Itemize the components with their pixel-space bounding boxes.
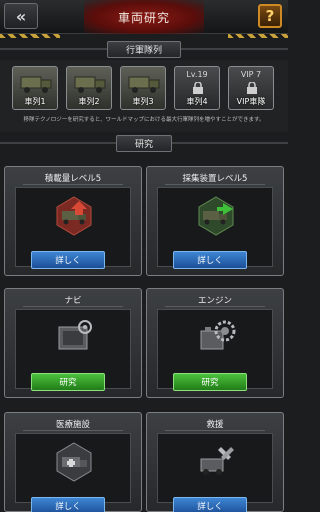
page-title: 車両研究 bbox=[117, 10, 170, 25]
help-button[interactable]: ? bbox=[258, 4, 282, 28]
formation-slot-3[interactable]: 車列3 bbox=[120, 66, 166, 110]
back-button[interactable]: « bbox=[4, 3, 38, 29]
button-label: 詳しく bbox=[197, 256, 223, 266]
research-button[interactable]: 研究 bbox=[173, 373, 247, 391]
formation-slot-vip[interactable]: VIP 7 VIP車隊 bbox=[228, 66, 274, 110]
button-label: 研究 bbox=[201, 378, 219, 388]
card-title: 採集装置レベル5 bbox=[165, 171, 265, 185]
lock-icon bbox=[247, 82, 257, 94]
details-button[interactable]: 詳しく bbox=[173, 251, 247, 269]
truck-icon bbox=[74, 76, 106, 93]
formation-slot-level: VIP 7 bbox=[240, 70, 262, 79]
navigation-icon bbox=[58, 320, 92, 350]
formation-slot-1[interactable]: 車列1 bbox=[12, 66, 58, 110]
research-card-navi: ナビ 研究 bbox=[4, 288, 142, 398]
truck-icon bbox=[20, 76, 52, 93]
rescue-wrench-icon bbox=[200, 447, 234, 475]
details-button[interactable]: 詳しく bbox=[173, 497, 247, 512]
card-title: 救援 bbox=[165, 417, 265, 431]
top-bar: « 車両研究 ? bbox=[0, 0, 288, 34]
research-card-gathering: 採集装置レベル5 詳しく bbox=[146, 166, 284, 276]
formation-description: 移隊テクノロジーを研究すると、ワールドマップにおける最大行軍隊列を増やすことがで… bbox=[23, 117, 265, 123]
research-button[interactable]: 研究 bbox=[31, 373, 105, 391]
research-card-engine: エンジン 研究 bbox=[146, 288, 284, 398]
formation-slot-2[interactable]: 車列2 bbox=[66, 66, 112, 110]
details-button[interactable]: 詳しく bbox=[31, 497, 105, 512]
medical-truck-icon bbox=[56, 442, 92, 482]
formation-section-header: 行軍隊列 bbox=[0, 40, 288, 58]
formation-slot-label: 車列3 bbox=[132, 97, 154, 106]
research-card-capacity: 積載量レベル5 詳しく bbox=[4, 166, 142, 276]
engine-gear-icon bbox=[200, 320, 236, 350]
card-title: 積載量レベル5 bbox=[23, 171, 123, 185]
research-card-medical: 医療施設 詳しく bbox=[4, 412, 142, 512]
formation-slot-label: VIP車隊 bbox=[236, 97, 266, 106]
research-section-title: 研究 bbox=[115, 134, 172, 152]
button-label: 詳しく bbox=[55, 502, 81, 512]
research-card-rescue: 救援 詳しく bbox=[146, 412, 284, 512]
button-label: 研究 bbox=[59, 378, 77, 388]
hazard-stripe-left bbox=[0, 34, 60, 38]
formation-slot-label: 車列2 bbox=[78, 97, 100, 106]
formation-slot-level: Lv.19 bbox=[186, 70, 208, 79]
formation-slot-label: 車列1 bbox=[24, 97, 46, 106]
card-title: エンジン bbox=[165, 293, 265, 307]
help-icon: ? bbox=[265, 7, 275, 25]
truck-icon bbox=[128, 76, 160, 93]
card-title: 医療施設 bbox=[23, 417, 123, 431]
truck-capacity-icon bbox=[56, 196, 92, 236]
double-chevron-left-icon: « bbox=[15, 6, 27, 26]
gathering-truck-icon bbox=[198, 196, 234, 236]
details-button[interactable]: 詳しく bbox=[31, 251, 105, 269]
lock-icon bbox=[193, 82, 203, 94]
formation-slot-label: 車列4 bbox=[186, 97, 208, 106]
formation-slot-4[interactable]: Lv.19 車列4 bbox=[174, 66, 220, 110]
title-banner: 車両研究 bbox=[84, 0, 204, 34]
card-title: ナビ bbox=[23, 293, 123, 307]
hazard-stripe-right bbox=[228, 34, 288, 38]
button-label: 詳しく bbox=[197, 502, 223, 512]
button-label: 詳しく bbox=[55, 256, 81, 266]
research-section-header: 研究 bbox=[0, 134, 288, 152]
formation-section-title: 行軍隊列 bbox=[106, 40, 181, 58]
